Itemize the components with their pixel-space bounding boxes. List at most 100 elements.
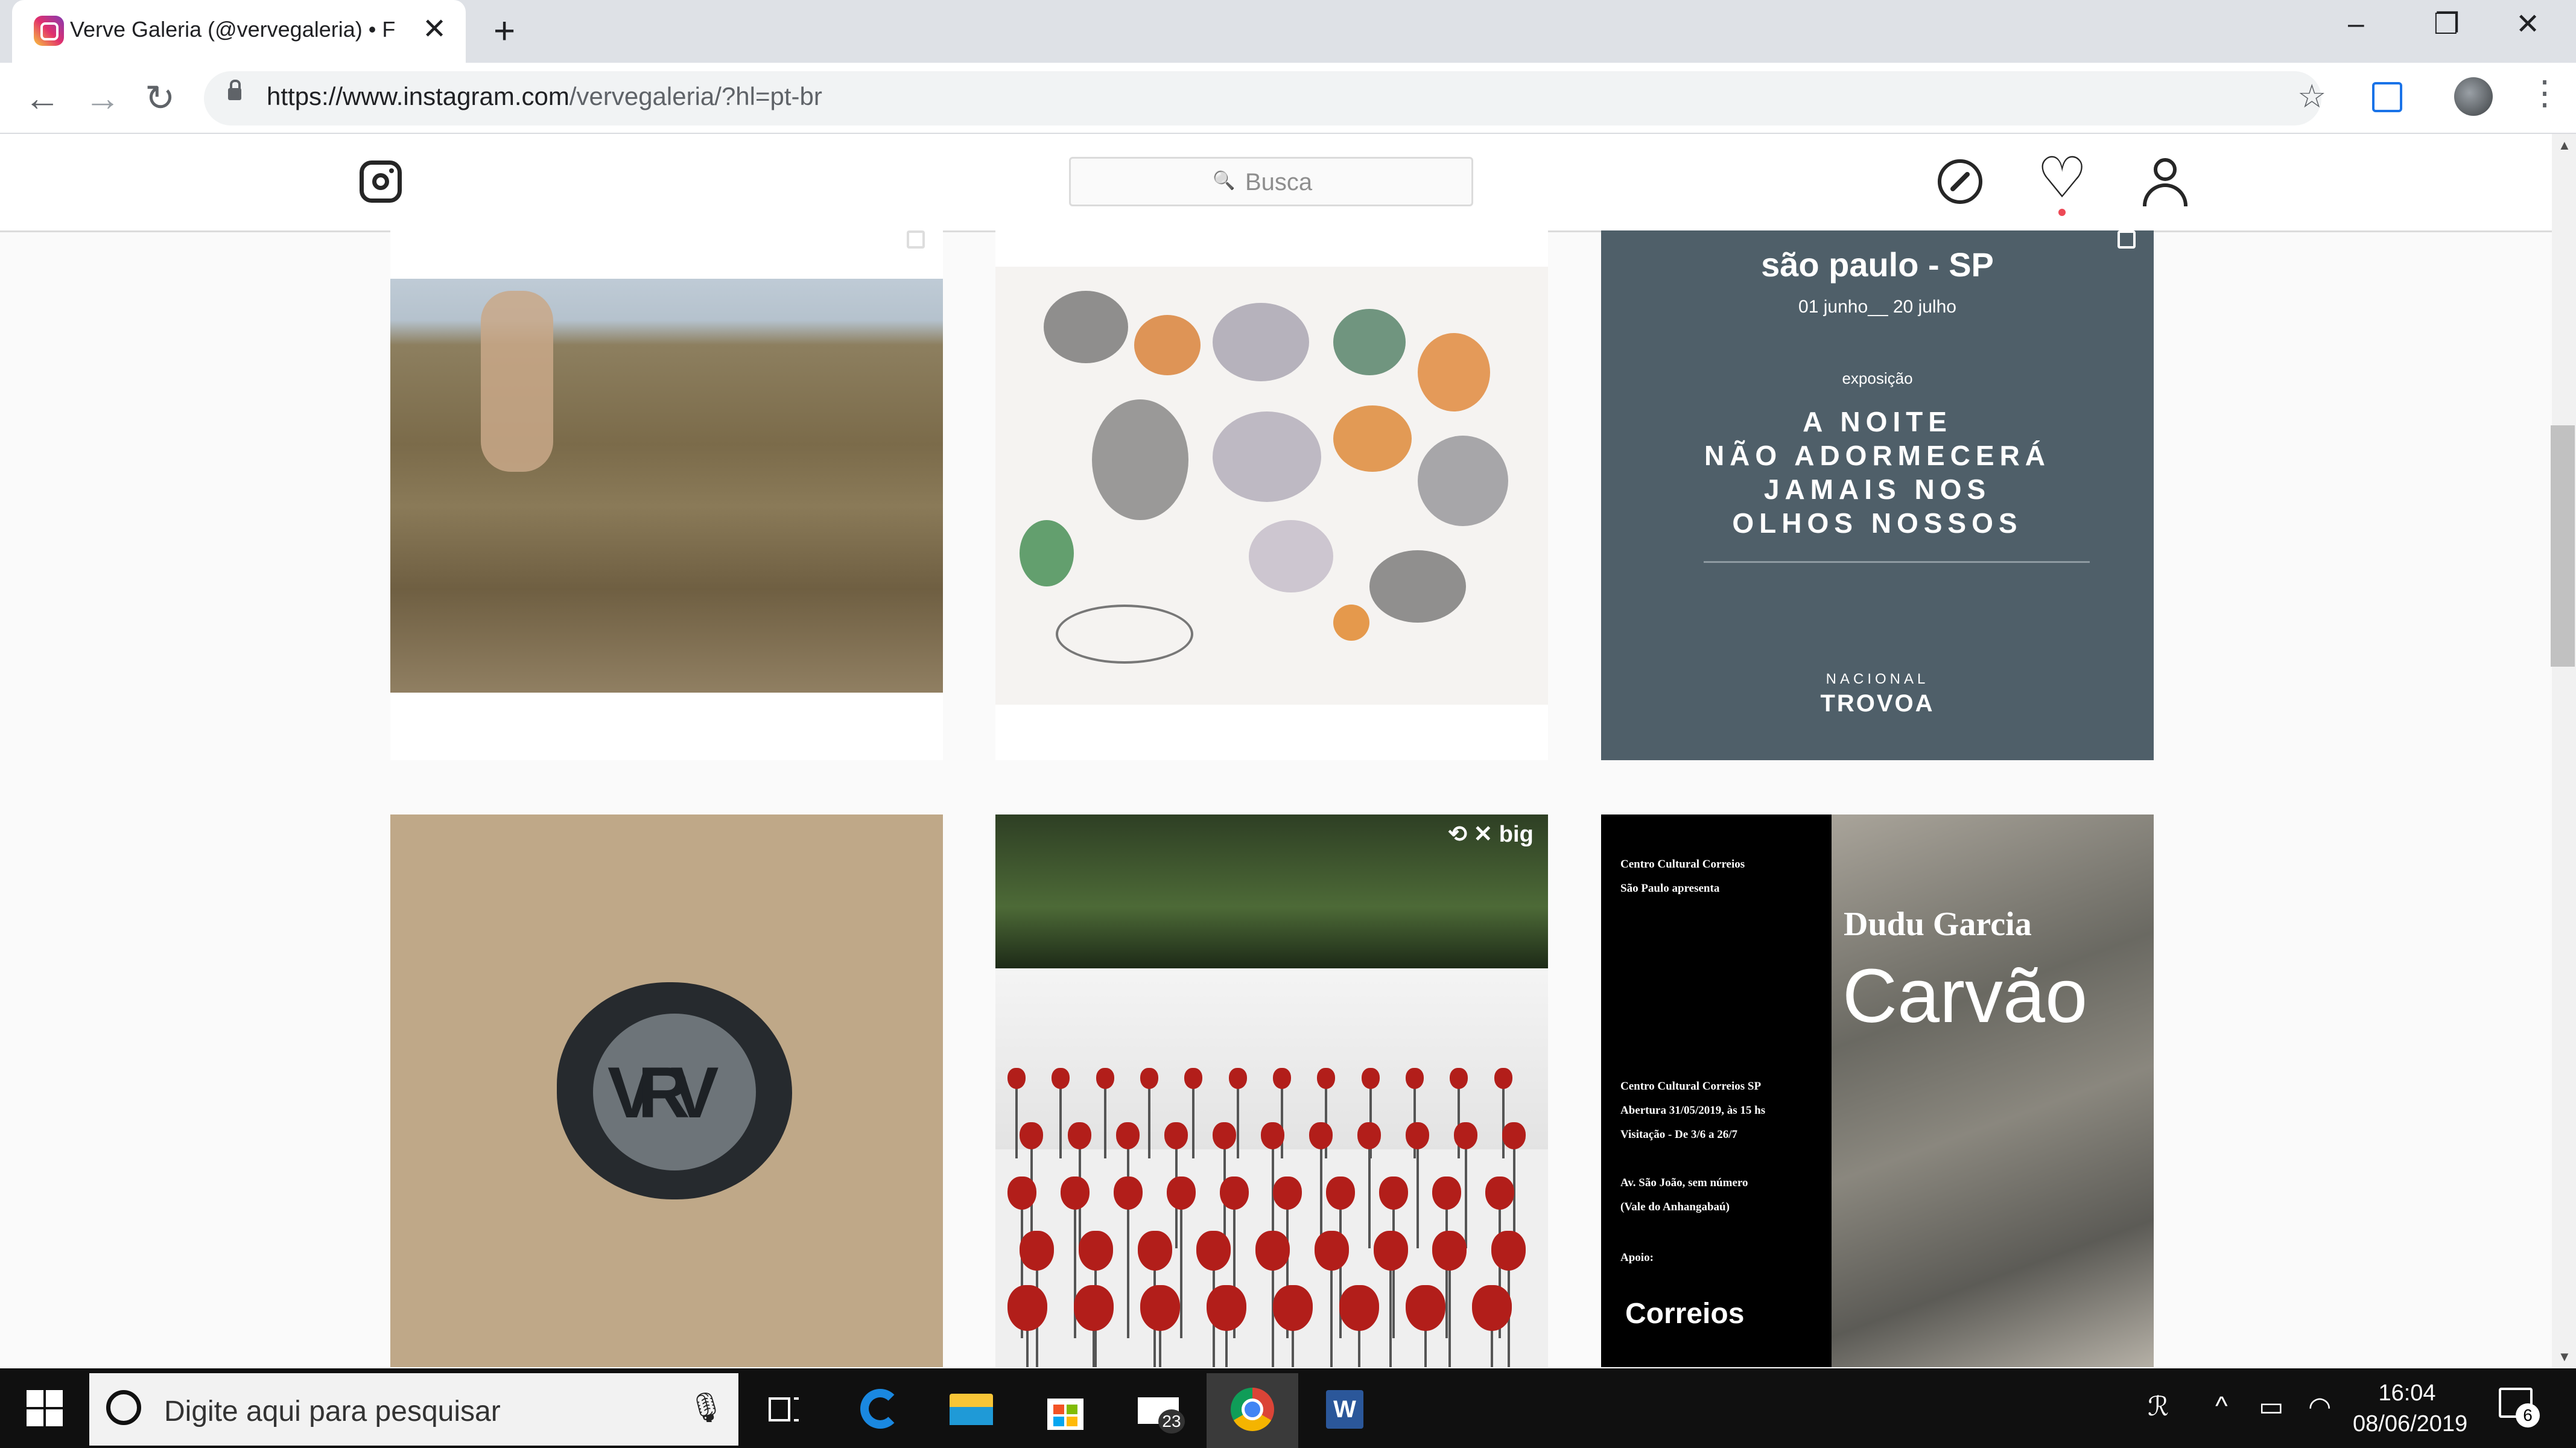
rose	[1020, 1231, 1054, 1271]
tab-close-icon[interactable]: ✕	[422, 12, 446, 46]
charcoal-texture-image	[1832, 815, 2154, 1367]
rose	[1406, 1122, 1429, 1149]
search-icon: 🔍	[1213, 171, 1236, 191]
rose-stem	[1127, 1205, 1129, 1338]
people-icon[interactable]: ℛ	[2148, 1391, 2169, 1422]
mail-badge: 23	[1158, 1409, 1185, 1434]
wax-seal-mark: VRV	[608, 1052, 719, 1133]
figure-silhouette	[481, 291, 553, 472]
rose	[1406, 1068, 1424, 1089]
show-hidden-icons-chevron[interactable]: ^	[2215, 1391, 2228, 1421]
flyer-sponsor-logo: Correios	[1625, 1298, 1745, 1330]
instagram-logo-icon[interactable]	[360, 160, 402, 203]
rose	[1068, 1122, 1091, 1149]
post-rose-installation[interactable]: ⟲ ✕ big	[995, 815, 1548, 1367]
chrome-profile-avatar[interactable]	[2454, 77, 2493, 116]
rose-stem	[1389, 1265, 1392, 1367]
rose-stem	[1271, 1265, 1274, 1367]
page-scrollbar[interactable]	[2552, 134, 2576, 1368]
rose-stem	[1358, 1325, 1360, 1367]
post-drawing-artwork[interactable]	[995, 230, 1548, 760]
file-explorer-icon[interactable]	[947, 1385, 995, 1434]
rose-stem	[1148, 1086, 1150, 1158]
microsoft-store-icon[interactable]	[1041, 1385, 1090, 1434]
rose	[1052, 1068, 1070, 1089]
post-exhibition-poster[interactable]: são paulo - SP 01 junho__ 20 julho expos…	[1601, 230, 2154, 760]
rose	[1196, 1231, 1231, 1271]
tab-title: Verve Galeria (@vervegaleria) • F	[70, 17, 396, 42]
restore-button[interactable]: ❐	[2434, 7, 2460, 41]
taskbar-clock[interactable]: 16:04 08/06/2019	[2353, 1378, 2467, 1440]
new-tab-button[interactable]: +	[493, 10, 515, 52]
rose	[1228, 1068, 1247, 1089]
poster-org-line-1: NACIONAL	[1826, 671, 1929, 687]
poster-dates: 01 junho__ 20 julho	[1798, 297, 1956, 317]
flyer-info-5: (Vale do Anhangabaú)	[1620, 1201, 1730, 1213]
cortana-icon[interactable]	[106, 1390, 141, 1425]
rose	[1213, 1122, 1236, 1149]
activity-heart-icon[interactable]: ♡	[2037, 150, 2087, 206]
windows-start-icon[interactable]	[27, 1390, 64, 1427]
back-button[interactable]: ←	[24, 77, 60, 119]
multiple-posts-icon	[907, 230, 925, 249]
flyer-header-2: São Paulo apresenta	[1620, 882, 1720, 895]
rose	[1339, 1285, 1379, 1331]
task-view-icon[interactable]	[760, 1385, 808, 1434]
rose	[1432, 1231, 1467, 1271]
poster-title-line-3: JAMAIS NOS	[1763, 474, 1991, 505]
mail-icon[interactable]: 23	[1134, 1385, 1185, 1434]
minimize-button[interactable]: –	[2348, 7, 2364, 40]
word-icon[interactable]: W	[1319, 1385, 1367, 1434]
landscape-image	[390, 279, 943, 693]
rose	[1273, 1068, 1291, 1089]
post-landscape-photo[interactable]	[390, 230, 943, 760]
rose	[1007, 1285, 1047, 1331]
scroll-up-arrow-icon[interactable]: ▲	[2558, 138, 2571, 153]
microphone-icon[interactable]: 🎙	[688, 1390, 725, 1424]
scrollbar-thumb[interactable]	[2551, 425, 2575, 667]
rose	[1494, 1068, 1512, 1089]
edge-browser-icon[interactable]	[857, 1385, 905, 1434]
forward-button[interactable]: →	[84, 77, 121, 119]
rose	[1261, 1122, 1284, 1149]
lock-icon[interactable]	[228, 80, 241, 100]
rose-stem	[1103, 1086, 1106, 1158]
rose-stem	[1368, 1146, 1371, 1248]
rose-stem	[1015, 1086, 1018, 1158]
taskbar-search-text: Digite aqui para pesquisar	[164, 1396, 501, 1427]
rose	[1116, 1122, 1140, 1149]
wifi-icon[interactable]: ◠	[2308, 1391, 2331, 1422]
url-text[interactable]: https://www.instagram.com/vervegaleria/?…	[267, 82, 822, 111]
scroll-down-arrow-icon[interactable]: ▼	[2558, 1349, 2571, 1365]
rose-stem	[1424, 1325, 1427, 1367]
bookmark-star-icon[interactable]: ☆	[2297, 77, 2326, 115]
extension-icon[interactable]	[2372, 82, 2402, 112]
reload-button[interactable]: ↻	[145, 77, 175, 119]
flyer-artist: Dudu Garcia	[1844, 906, 2032, 943]
flyer-header-1: Centro Cultural Correios	[1620, 858, 1745, 871]
rose	[1114, 1176, 1143, 1210]
rose	[1078, 1231, 1113, 1271]
rose	[1020, 1122, 1043, 1149]
search-placeholder: Busca	[1245, 169, 1313, 195]
rose	[1309, 1122, 1333, 1149]
post-wax-seal[interactable]: VRV	[390, 815, 943, 1367]
explore-compass-icon[interactable]	[1938, 159, 1982, 204]
chrome-icon[interactable]	[1228, 1385, 1277, 1434]
url-host: https://www.instagram.com	[267, 82, 569, 110]
rose	[1074, 1285, 1114, 1331]
chrome-menu-icon[interactable]: ⋮	[2528, 76, 2562, 110]
profile-icon[interactable]	[2143, 158, 2187, 206]
rose	[1137, 1231, 1172, 1271]
rose	[1491, 1231, 1526, 1271]
rose-stem	[1292, 1325, 1294, 1367]
post-carvao-flyer[interactable]: Centro Cultural Correios São Paulo apres…	[1601, 815, 2154, 1367]
rose	[1361, 1068, 1380, 1089]
window-close-button[interactable]: ✕	[2516, 7, 2540, 41]
rose-stem	[1225, 1325, 1228, 1367]
rose	[1140, 1285, 1180, 1331]
rose	[1317, 1068, 1336, 1089]
rose	[1485, 1176, 1514, 1210]
rose-stem	[1392, 1205, 1395, 1338]
battery-icon[interactable]: ▭	[2259, 1391, 2284, 1422]
